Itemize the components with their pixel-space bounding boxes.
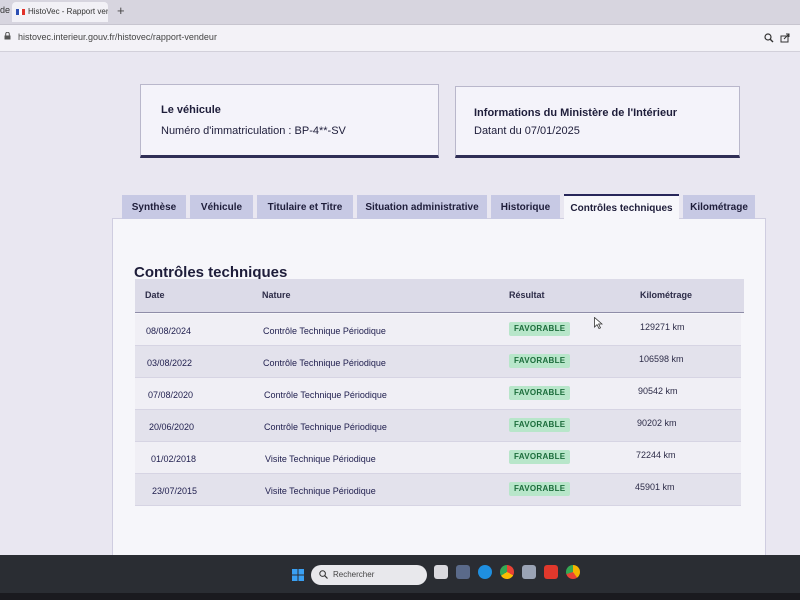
- result-badge: FAVORABLE: [509, 322, 571, 336]
- row-nature: Contrôle Technique Périodique: [264, 390, 387, 400]
- table-header: Date Nature Résultat Kilométrage: [135, 279, 744, 313]
- row-mileage: 90542 km: [638, 386, 678, 396]
- report-tabs: Synthèse Véhicule Titulaire et Titre Sit…: [120, 194, 760, 220]
- lock-icon: [4, 32, 11, 40]
- browser-tab-active[interactable]: HistoVec - Rapport vende: [12, 2, 108, 22]
- new-tab-button[interactable]: +: [117, 3, 125, 18]
- ministry-card: Informations du Ministère de l'Intérieur…: [455, 86, 740, 158]
- table-row: 03/08/2022 Contrôle Technique Périodique…: [135, 346, 741, 378]
- registration-number: Numéro d'immatriculation : BP-4**-SV: [161, 125, 346, 137]
- tab-vehicule[interactable]: Véhicule: [190, 195, 253, 219]
- row-mileage: 129271 km: [640, 322, 685, 332]
- screen: de HistoVec - Rapport vende + histovec.i…: [0, 0, 800, 580]
- result-badge: FAVORABLE: [509, 450, 571, 464]
- url-text[interactable]: histovec.interieur.gouv.fr/histovec/rapp…: [18, 32, 217, 42]
- tab-historique[interactable]: Historique: [491, 195, 560, 219]
- table-row: 08/08/2024 Contrôle Technique Périodique…: [135, 314, 741, 346]
- column-header-result: Résultat: [509, 290, 545, 300]
- row-mileage: 45901 km: [635, 482, 675, 492]
- row-mileage: 90202 km: [637, 418, 677, 428]
- windows-start-icon[interactable]: [292, 569, 304, 581]
- row-date: 01/02/2018: [151, 454, 197, 464]
- row-nature: Contrôle Technique Périodique: [263, 358, 386, 368]
- vehicle-card: Le véhicule Numéro d'immatriculation : B…: [140, 84, 439, 158]
- row-date: 08/08/2024: [146, 326, 192, 336]
- french-flag-icon: [16, 8, 25, 15]
- chrome-icon[interactable]: [500, 565, 514, 579]
- tab-titulaire-titre[interactable]: Titulaire et Titre: [257, 195, 353, 219]
- task-view-icon[interactable]: [434, 565, 448, 579]
- share-icon[interactable]: [780, 33, 790, 43]
- row-mileage: 72244 km: [636, 450, 676, 460]
- pdf-icon[interactable]: [544, 565, 558, 579]
- row-nature: Visite Technique Périodique: [265, 486, 376, 496]
- result-badge: FAVORABLE: [509, 418, 571, 432]
- tab-controles-techniques[interactable]: Contrôles techniques: [564, 194, 679, 220]
- row-date: 23/07/2015: [152, 486, 198, 496]
- app-icon[interactable]: [522, 565, 536, 579]
- chrome-canary-icon[interactable]: [566, 565, 580, 579]
- search-placeholder: Rechercher: [333, 570, 375, 579]
- files-icon[interactable]: [456, 565, 470, 579]
- row-mileage: 106598 km: [639, 354, 684, 364]
- result-badge: FAVORABLE: [509, 386, 571, 400]
- row-nature: Visite Technique Périodique: [265, 454, 376, 464]
- browser-tab-previous[interactable]: de: [0, 5, 10, 15]
- table-row: 20/06/2020 Contrôle Technique Périodique…: [135, 410, 741, 442]
- zoom-icon[interactable]: [764, 33, 774, 43]
- result-badge: FAVORABLE: [509, 482, 571, 496]
- column-header-nature: Nature: [262, 290, 291, 300]
- table-row: 01/02/2018 Visite Technique Périodique F…: [135, 442, 741, 474]
- windows-taskbar: Rechercher: [0, 555, 800, 593]
- vehicle-card-title: Le véhicule: [161, 104, 221, 116]
- row-nature: Contrôle Technique Périodique: [263, 326, 386, 336]
- row-date: 03/08/2022: [147, 358, 193, 368]
- ministry-card-title: Informations du Ministère de l'Intérieur: [474, 107, 678, 119]
- row-nature: Contrôle Technique Périodique: [264, 422, 387, 432]
- browser-tabstrip: de HistoVec - Rapport vende +: [0, 0, 800, 25]
- row-date: 20/06/2020: [149, 422, 195, 432]
- report-date: Datant du 07/01/2025: [474, 125, 580, 137]
- column-header-date: Date: [145, 290, 165, 300]
- column-header-mileage: Kilométrage: [640, 290, 693, 300]
- tab-synthese[interactable]: Synthèse: [122, 195, 186, 219]
- tab-situation-administrative[interactable]: Situation administrative: [357, 195, 487, 219]
- result-badge: FAVORABLE: [509, 354, 571, 368]
- row-date: 07/08/2020: [148, 390, 194, 400]
- address-bar[interactable]: histovec.interieur.gouv.fr/histovec/rapp…: [0, 25, 800, 52]
- table-row: 23/07/2015 Visite Technique Périodique F…: [135, 474, 741, 506]
- taskbar-search-input[interactable]: Rechercher: [311, 565, 427, 585]
- mouse-cursor-icon: [594, 317, 603, 329]
- search-icon: [319, 570, 328, 579]
- browser-tab-label: HistoVec - Rapport vende: [28, 7, 108, 16]
- tab-kilometrage[interactable]: Kilométrage: [683, 195, 755, 219]
- skype-icon[interactable]: [478, 565, 492, 579]
- table-row: 07/08/2020 Contrôle Technique Périodique…: [135, 378, 741, 410]
